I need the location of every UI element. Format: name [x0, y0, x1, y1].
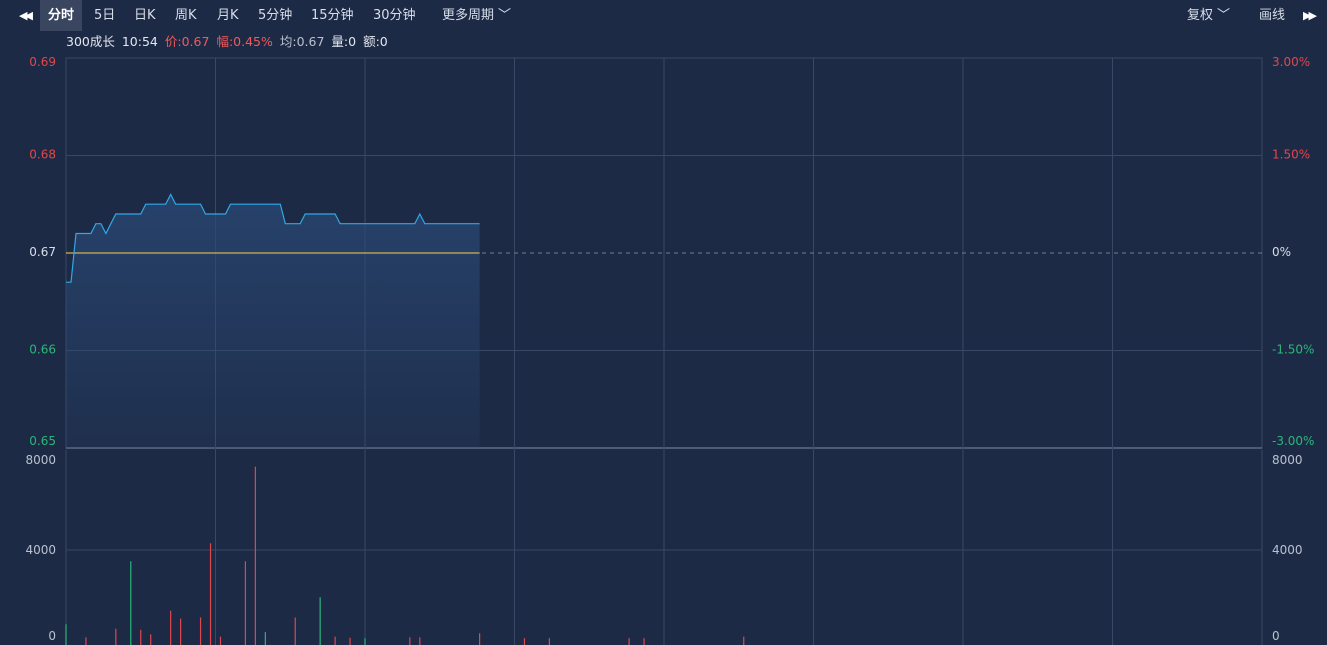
- percent-axis-right-label: -3.00%: [1272, 434, 1314, 448]
- price-axis-left-label: 0.68: [29, 148, 56, 162]
- volume-axis-right-label: 4000: [1272, 543, 1303, 557]
- price-area-fill: [66, 194, 480, 448]
- volume-axis-right-label: 8000: [1272, 453, 1303, 467]
- price-axis-left-label: 0.66: [29, 343, 56, 357]
- volume-axis-right-label: 0: [1272, 629, 1280, 643]
- price-axis-left-label: 0.65: [29, 434, 56, 448]
- volume-axis-left-label: 8000: [25, 453, 56, 467]
- percent-axis-right-label: -1.50%: [1272, 343, 1314, 357]
- intraday-chart[interactable]: 0.69 0.68 0.67 0.66 0.65 3.00% 1.50% 0% -1.50% -3…: [0, 0, 1327, 645]
- volume-axis-left-label: 0: [48, 629, 56, 643]
- volume-bars: [65, 466, 745, 645]
- price-area: [66, 194, 480, 448]
- volume-axis-left-label: 4000: [25, 543, 56, 557]
- price-axis-left-label: 0.67: [29, 245, 56, 259]
- percent-axis-right-label: 0%: [1272, 245, 1291, 259]
- percent-axis-right-label: 3.00%: [1272, 55, 1310, 69]
- price-axis-left-label: 0.69: [29, 55, 56, 69]
- percent-axis-right-label: 1.50%: [1272, 148, 1310, 162]
